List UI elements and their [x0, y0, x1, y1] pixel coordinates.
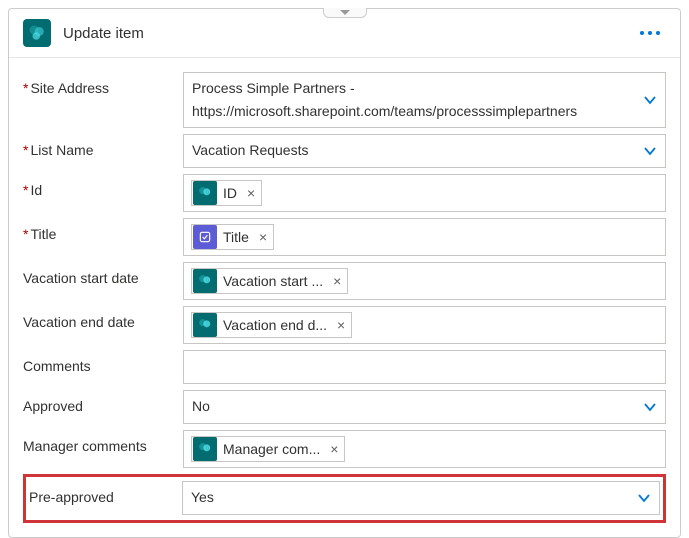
collapse-tab[interactable] — [323, 8, 367, 18]
token-title[interactable]: Title × — [191, 224, 274, 250]
list-name-value: Vacation Requests — [190, 139, 659, 162]
label-title: Title — [23, 218, 183, 242]
pre-approved-value: Yes — [189, 486, 653, 509]
row-id: Id ID × — [23, 174, 666, 212]
token-remove-button[interactable]: × — [253, 229, 273, 245]
token-manager-comments[interactable]: Manager com... × — [191, 436, 345, 462]
input-manager-comments[interactable]: Manager com... × — [183, 430, 666, 468]
label-comments: Comments — [23, 350, 183, 374]
token-vacation-start[interactable]: Vacation start ... × — [191, 268, 348, 294]
token-id-text: ID — [223, 185, 241, 201]
token-manager-comments-text: Manager com... — [223, 441, 324, 457]
row-pre-approved: Pre-approved Yes — [29, 481, 660, 515]
row-vacation-end: Vacation end date Vacation end d... × — [23, 306, 666, 344]
row-site-address: Site Address Process Simple Partners - h… — [23, 72, 666, 128]
sharepoint-icon — [23, 19, 51, 47]
sharepoint-icon — [193, 437, 217, 461]
row-comments: Comments — [23, 350, 666, 384]
label-manager-comments: Manager comments — [23, 430, 183, 454]
token-vacation-start-text: Vacation start ... — [223, 273, 327, 289]
row-approved: Approved No — [23, 390, 666, 424]
label-pre-approved: Pre-approved — [29, 481, 182, 505]
row-manager-comments: Manager comments Manager com... × — [23, 430, 666, 468]
token-remove-button[interactable]: × — [241, 185, 261, 201]
input-approved[interactable]: No — [183, 390, 666, 424]
input-title[interactable]: Title × — [183, 218, 666, 256]
token-vacation-end-text: Vacation end d... — [223, 317, 331, 333]
token-vacation-end[interactable]: Vacation end d... × — [191, 312, 352, 338]
site-address-line1: Process Simple Partners - — [190, 77, 659, 100]
label-approved: Approved — [23, 390, 183, 414]
row-list-name: List Name Vacation Requests — [23, 134, 666, 168]
label-list-name: List Name — [23, 134, 183, 158]
token-id[interactable]: ID × — [191, 180, 262, 206]
label-site-address: Site Address — [23, 72, 183, 96]
highlight-pre-approved: Pre-approved Yes — [23, 474, 666, 523]
sharepoint-icon — [193, 269, 217, 293]
row-title: Title Title × — [23, 218, 666, 256]
input-comments[interactable] — [183, 350, 666, 384]
row-vacation-start: Vacation start date Vacation start ... × — [23, 262, 666, 300]
update-item-card: Update item Site Address Process Simple … — [8, 8, 681, 538]
input-pre-approved[interactable]: Yes — [182, 481, 660, 515]
card-body: Site Address Process Simple Partners - h… — [9, 58, 680, 537]
label-vacation-end: Vacation end date — [23, 306, 183, 330]
label-id: Id — [23, 174, 183, 198]
input-vacation-end[interactable]: Vacation end d... × — [183, 306, 666, 344]
sharepoint-icon — [193, 181, 217, 205]
label-vacation-start: Vacation start date — [23, 262, 183, 286]
token-remove-button[interactable]: × — [324, 441, 344, 457]
sharepoint-icon — [193, 313, 217, 337]
token-title-text: Title — [223, 229, 253, 245]
site-address-line2: https://microsoft.sharepoint.com/teams/p… — [190, 100, 659, 123]
input-list-name[interactable]: Vacation Requests — [183, 134, 666, 168]
input-site-address[interactable]: Process Simple Partners - https://micros… — [183, 72, 666, 128]
approval-icon — [193, 225, 217, 249]
token-remove-button[interactable]: × — [327, 273, 347, 289]
approved-value: No — [190, 395, 659, 418]
token-remove-button[interactable]: × — [331, 317, 351, 333]
more-menu-button[interactable] — [634, 21, 666, 45]
input-id[interactable]: ID × — [183, 174, 666, 212]
card-title: Update item — [63, 25, 634, 42]
input-vacation-start[interactable]: Vacation start ... × — [183, 262, 666, 300]
